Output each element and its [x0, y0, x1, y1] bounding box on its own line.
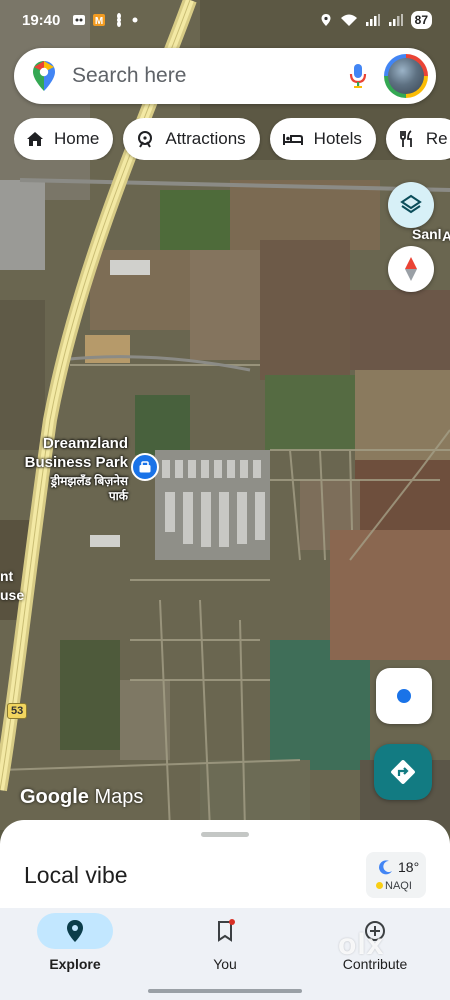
directions-button[interactable]	[374, 744, 432, 800]
briefcase-icon	[139, 461, 151, 473]
signal-icon	[365, 14, 380, 26]
account-avatar[interactable]	[384, 54, 428, 98]
place-label-hindi[interactable]: ड्रीमझलँड बिज़नेस पार्क	[40, 474, 128, 504]
app-notification-icon: M	[93, 14, 105, 27]
chip-label: Home	[54, 129, 100, 148]
business-park-pin[interactable]	[131, 453, 159, 481]
hotel-bed-icon	[282, 134, 303, 145]
bookmark-icon	[218, 919, 235, 942]
chip-home[interactable]: Home	[14, 118, 114, 160]
air-quality: NAQI	[376, 880, 412, 892]
edge-place-label-2[interactable]: A	[442, 228, 450, 244]
layers-button[interactable]	[388, 182, 434, 228]
restaurant-icon	[399, 130, 412, 147]
compass-button[interactable]	[388, 246, 434, 292]
edge-place-label-left[interactable]: nt	[0, 568, 13, 584]
directions-icon	[391, 760, 415, 784]
moon-icon	[379, 860, 392, 875]
weather-temperature: 18°	[398, 859, 420, 875]
layers-icon	[400, 194, 422, 214]
home-icon	[27, 132, 43, 146]
status-bar: 19:40 M 87	[0, 0, 450, 42]
nav-label: Explore	[49, 956, 101, 972]
clock: 19:40	[22, 12, 61, 29]
category-chips: Home Attractions Hotels Re	[14, 118, 450, 160]
google-maps-pin-icon	[33, 61, 55, 91]
sheet-title: Local vibe	[24, 862, 128, 888]
wifi-icon	[340, 14, 357, 26]
olx-watermark: olx	[338, 928, 385, 961]
nav-explore[interactable]: Explore	[0, 908, 150, 1000]
attractions-icon	[138, 131, 153, 148]
chip-attractions[interactable]: Attractions	[123, 118, 260, 160]
nav-label: You	[213, 956, 237, 972]
route-shield: 53	[7, 703, 28, 719]
my-location-button[interactable]	[376, 668, 432, 724]
search-bar[interactable]: Search here	[14, 48, 436, 104]
nav-you[interactable]: You	[150, 908, 300, 1000]
explore-pin-icon	[67, 920, 83, 942]
my-location-icon	[397, 689, 411, 703]
google-maps-attribution: Google Maps	[20, 786, 144, 808]
dot-icon	[132, 17, 138, 23]
aqi-indicator-icon	[376, 882, 383, 889]
location-icon	[321, 14, 331, 26]
chip-restaurants[interactable]: Re	[385, 118, 450, 160]
sheet-drag-handle[interactable]	[201, 832, 249, 837]
chip-label: Attractions	[165, 129, 246, 148]
battery-level: 87	[410, 11, 432, 29]
fan-icon	[117, 13, 121, 27]
chip-hotels[interactable]: Hotels	[269, 118, 376, 160]
gallery-notification-icon	[73, 15, 85, 25]
edge-place-label-left-2[interactable]: use	[0, 587, 24, 603]
place-label-english[interactable]: Dreamzland Business Park	[8, 434, 128, 472]
chip-label: Hotels	[313, 129, 362, 148]
search-input[interactable]: Search here	[72, 64, 186, 88]
gesture-bar[interactable]	[148, 989, 302, 993]
compass-icon	[405, 257, 417, 281]
chip-label: Re	[425, 129, 448, 148]
signal-2-icon	[388, 14, 403, 26]
microphone-icon[interactable]	[348, 62, 368, 90]
weather-chip[interactable]: 18° NAQI	[366, 852, 426, 898]
svg-text:M: M	[95, 16, 103, 27]
